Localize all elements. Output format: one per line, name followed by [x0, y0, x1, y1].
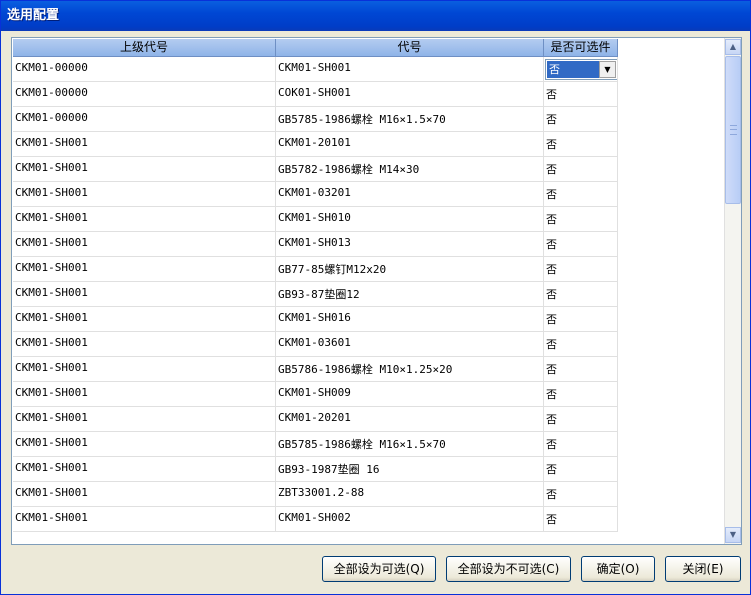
column-header-optional[interactable]: 是否可选件	[544, 39, 618, 57]
cell-code[interactable]: CKM01-SH001	[276, 57, 544, 82]
cell-parent-code[interactable]: CKM01-00000	[13, 57, 276, 82]
table-row[interactable]: CKM01-SH001 GB93-87垫圈12 否	[12, 282, 618, 307]
cell-optional[interactable]: 否	[544, 382, 618, 407]
set-all-not-optional-button[interactable]: 全部设为不可选(C)	[446, 556, 571, 582]
cell-code[interactable]: GB77-85螺钉M12x20	[276, 257, 544, 282]
cell-optional[interactable]: 否	[544, 107, 618, 132]
cell-optional[interactable]: 否	[544, 282, 618, 307]
cell-parent-code[interactable]: CKM01-SH001	[13, 282, 276, 307]
cell-parent-code[interactable]: CKM01-SH001	[13, 332, 276, 357]
cell-optional[interactable]: 否	[544, 232, 618, 257]
cell-parent-code[interactable]: CKM01-SH001	[13, 457, 276, 482]
config-grid[interactable]: 上级代号 代号 是否可选件 CKM01-00000 CKM01-SH001 否 ▼ CK…	[11, 37, 742, 545]
cell-optional[interactable]: 否	[544, 257, 618, 282]
optional-dropdown[interactable]: 否 ▼	[545, 59, 617, 80]
table-row[interactable]: CKM01-SH001 CKM01-SH002 否	[12, 507, 618, 532]
table-row[interactable]: CKM01-SH001 CKM01-SH016 否	[12, 307, 618, 332]
cell-parent-code[interactable]: CKM01-SH001	[13, 482, 276, 507]
cell-code[interactable]: CKM01-SH016	[276, 307, 544, 332]
table-row[interactable]: CKM01-SH001 ZBT33001.2-88 否	[12, 482, 618, 507]
close-button[interactable]: 关闭(E)	[665, 556, 741, 582]
cell-parent-code[interactable]: CKM01-SH001	[13, 432, 276, 457]
cell-code[interactable]: CKM01-SH009	[276, 382, 544, 407]
cell-optional[interactable]: 否	[544, 132, 618, 157]
table-row[interactable]: CKM01-00000 COK01-SH001 否	[12, 82, 618, 107]
cell-optional[interactable]: 否 ▼	[544, 57, 618, 82]
cell-parent-code[interactable]: CKM01-SH001	[13, 357, 276, 382]
cell-optional[interactable]: 否	[544, 357, 618, 382]
cell-code[interactable]: GB93-87垫圈12	[276, 282, 544, 307]
cell-optional[interactable]: 否	[544, 457, 618, 482]
table-row[interactable]: CKM01-SH001 CKM01-SH009 否	[12, 382, 618, 407]
set-all-optional-button[interactable]: 全部设为可选(Q)	[322, 556, 436, 582]
table-row[interactable]: CKM01-SH001 CKM01-20101 否	[12, 132, 618, 157]
table-row[interactable]: CKM01-SH001 GB5786-1986螺栓 M10×1.25×20 否	[12, 357, 618, 382]
cell-code[interactable]: CKM01-SH010	[276, 207, 544, 232]
ok-button[interactable]: 确定(O)	[581, 556, 655, 582]
scroll-down-icon[interactable]: ▼	[725, 527, 741, 543]
cell-parent-code[interactable]: CKM01-SH001	[13, 182, 276, 207]
cell-code[interactable]: CKM01-03601	[276, 332, 544, 357]
cell-parent-code[interactable]: CKM01-SH001	[13, 232, 276, 257]
cell-code[interactable]: CKM01-20101	[276, 132, 544, 157]
cell-optional[interactable]: 否	[544, 307, 618, 332]
table-row[interactable]: CKM01-SH001 CKM01-SH010 否	[12, 207, 618, 232]
table-row[interactable]: CKM01-00000 CKM01-SH001 否 ▼	[12, 57, 618, 82]
config-window: 选用配置 上级代号 代号 是否可选件 CKM01-00000 CKM01-SH00…	[0, 0, 751, 595]
vertical-scrollbar[interactable]: ▲ ▼	[724, 38, 741, 544]
table-row[interactable]: CKM01-SH001 CKM01-SH013 否	[12, 232, 618, 257]
table-row[interactable]: CKM01-SH001 GB5785-1986螺栓 M16×1.5×70 否	[12, 432, 618, 457]
table-row[interactable]: CKM01-SH001 CKM01-03601 否	[12, 332, 618, 357]
cell-parent-code[interactable]: CKM01-SH001	[13, 307, 276, 332]
cell-parent-code[interactable]: CKM01-SH001	[13, 257, 276, 282]
cell-parent-code[interactable]: CKM01-SH001	[13, 132, 276, 157]
cell-code[interactable]: GB5785-1986螺栓 M16×1.5×70	[276, 432, 544, 457]
cell-code[interactable]: CKM01-03201	[276, 182, 544, 207]
cell-code[interactable]: CKM01-SH002	[276, 507, 544, 532]
table-row[interactable]: CKM01-SH001 CKM01-03201 否	[12, 182, 618, 207]
cell-parent-code[interactable]: CKM01-SH001	[13, 207, 276, 232]
cell-code[interactable]: CKM01-20201	[276, 407, 544, 432]
cell-optional[interactable]: 否	[544, 82, 618, 107]
cell-code[interactable]: GB5785-1986螺栓 M16×1.5×70	[276, 107, 544, 132]
scrollbar-thumb[interactable]	[725, 56, 741, 204]
cell-optional[interactable]: 否	[544, 157, 618, 182]
cell-optional[interactable]: 否	[544, 182, 618, 207]
chevron-down-icon[interactable]: ▼	[599, 61, 616, 78]
cell-parent-code[interactable]: CKM01-00000	[13, 82, 276, 107]
cell-code[interactable]: COK01-SH001	[276, 82, 544, 107]
cell-code[interactable]: GB5782-1986螺栓 M14×30	[276, 157, 544, 182]
cell-optional[interactable]: 否	[544, 207, 618, 232]
cell-parent-code[interactable]: CKM01-00000	[13, 107, 276, 132]
column-header-parent-code[interactable]: 上级代号	[13, 39, 276, 57]
cell-parent-code[interactable]: CKM01-SH001	[13, 382, 276, 407]
column-header-code[interactable]: 代号	[276, 39, 544, 57]
cell-optional[interactable]: 否	[544, 407, 618, 432]
window-title: 选用配置	[1, 1, 750, 31]
table-row[interactable]: CKM01-SH001 GB5782-1986螺栓 M14×30 否	[12, 157, 618, 182]
optional-dropdown-value: 否	[547, 61, 599, 78]
cell-parent-code[interactable]: CKM01-SH001	[13, 157, 276, 182]
scroll-up-icon[interactable]: ▲	[725, 39, 741, 55]
cell-code[interactable]: CKM01-SH013	[276, 232, 544, 257]
cell-code[interactable]: GB93-1987垫圈 16	[276, 457, 544, 482]
cell-parent-code[interactable]: CKM01-SH001	[13, 507, 276, 532]
cell-optional[interactable]: 否	[544, 432, 618, 457]
table-row[interactable]: CKM01-SH001 GB93-1987垫圈 16 否	[12, 457, 618, 482]
cell-parent-code[interactable]: CKM01-SH001	[13, 407, 276, 432]
cell-optional[interactable]: 否	[544, 482, 618, 507]
table-row[interactable]: CKM01-SH001 GB77-85螺钉M12x20 否	[12, 257, 618, 282]
cell-optional[interactable]: 否	[544, 507, 618, 532]
cell-optional[interactable]: 否	[544, 332, 618, 357]
cell-code[interactable]: GB5786-1986螺栓 M10×1.25×20	[276, 357, 544, 382]
table-row[interactable]: CKM01-SH001 CKM01-20201 否	[12, 407, 618, 432]
table-row[interactable]: CKM01-00000 GB5785-1986螺栓 M16×1.5×70 否	[12, 107, 618, 132]
cell-code[interactable]: ZBT33001.2-88	[276, 482, 544, 507]
